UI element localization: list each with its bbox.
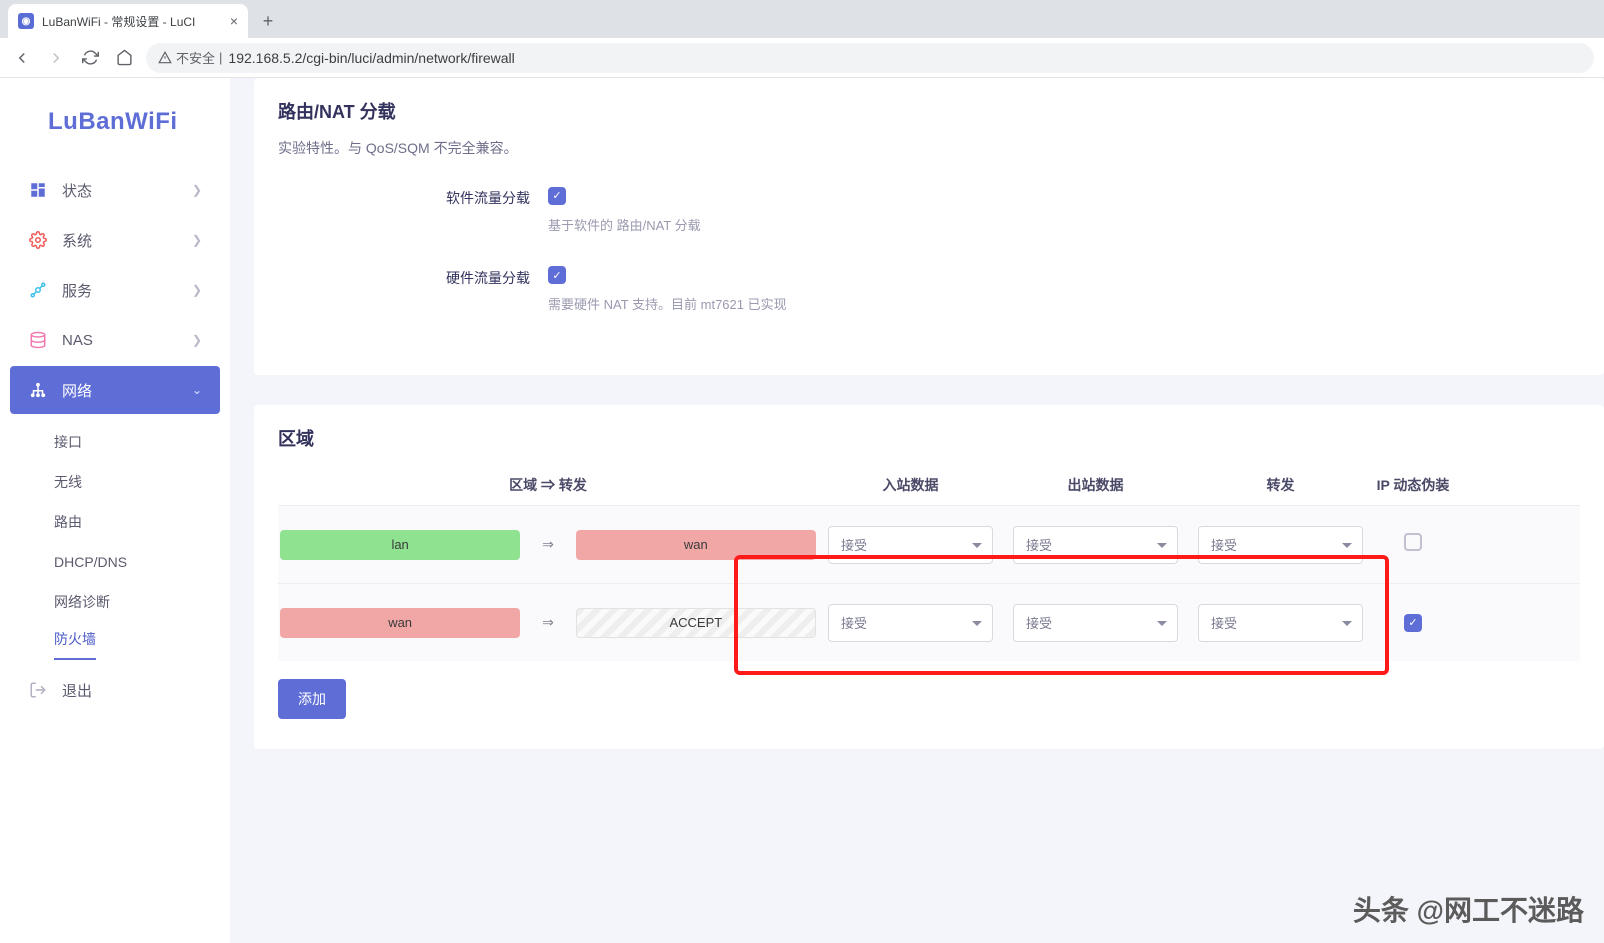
sidebar-item-network[interactable]: 网络 ⌄ <box>10 366 220 414</box>
menu-label: NAS <box>62 332 93 349</box>
zone-to-badge[interactable]: wan <box>576 530 816 560</box>
zones-panel: 区域 区域 ⇒ 转发 入站数据 出站数据 转发 IP 动态伪装 lan ⇒ wan 接… <box>254 405 1604 749</box>
sidebar-item-services[interactable]: 服务 ❯ <box>10 266 220 314</box>
close-icon[interactable]: × <box>230 13 238 29</box>
header-forward: 转发 <box>1188 475 1373 495</box>
logout-icon <box>28 680 48 700</box>
output-select[interactable]: 接受 <box>1013 526 1178 564</box>
arrow-icon: ⇒ <box>542 614 554 631</box>
header-zone-forward: 区域 ⇒ 转发 <box>278 475 818 495</box>
submenu-wireless[interactable]: 无线 <box>54 462 230 502</box>
forward-button[interactable] <box>44 46 68 70</box>
submenu-dhcpdns[interactable]: DHCP/DNS <box>54 542 230 582</box>
add-zone-button[interactable]: 添加 <box>278 679 346 719</box>
sidebar-item-logout[interactable]: 退出 <box>10 666 220 714</box>
header-output: 出站数据 <box>1003 475 1188 495</box>
hw-offload-help: 需要硬件 NAT 支持。目前 mt7621 已实现 <box>548 294 1580 313</box>
arrow-icon: ⇒ <box>542 536 554 553</box>
zone-cell: wan ⇒ ACCEPT <box>278 608 818 638</box>
network-submenu: 接口 无线 路由 DHCP/DNS 网络诊断 防火墙 <box>0 422 230 660</box>
zone-cell: lan ⇒ wan <box>278 530 818 560</box>
offload-title: 路由/NAT 分载 <box>278 98 1580 124</box>
chevron-right-icon: ❯ <box>192 183 202 197</box>
masq-cell <box>1373 533 1453 556</box>
home-button[interactable] <box>112 46 136 70</box>
tab-bar: ◉ LuBanWiFi - 常规设置 - LuCI × + <box>0 0 1604 38</box>
menu-label: 服务 <box>62 280 92 301</box>
browser-tab[interactable]: ◉ LuBanWiFi - 常规设置 - LuCI × <box>8 4 248 38</box>
menu-label: 退出 <box>62 680 92 701</box>
zone-to-badge[interactable]: ACCEPT <box>576 608 816 638</box>
sidebar-item-system[interactable]: 系统 ❯ <box>10 216 220 264</box>
forward-select[interactable]: 接受 <box>1198 604 1363 642</box>
sidebar-item-nas[interactable]: NAS ❯ <box>10 316 220 364</box>
hw-offload-row: 硬件流量分载 ✓ 需要硬件 NAT 支持。目前 mt7621 已实现 <box>278 266 1580 336</box>
new-tab-button[interactable]: + <box>254 7 282 35</box>
services-icon <box>28 280 48 300</box>
insecure-label: 不安全 <box>176 48 215 67</box>
forward-select-wrap: 接受 <box>1198 604 1363 642</box>
output-select-wrap: 接受 <box>1013 526 1178 564</box>
zone-from-badge[interactable]: wan <box>280 608 520 638</box>
logo: LuBanWiFi <box>0 96 230 160</box>
url-text: 192.168.5.2/cgi-bin/luci/admin/network/f… <box>228 50 514 66</box>
main-content: 路由/NAT 分载 实验特性。与 QoS/SQM 不完全兼容。 软件流量分载 ✓… <box>230 78 1604 943</box>
insecure-icon: 不安全 | <box>158 48 222 67</box>
output-select[interactable]: 接受 <box>1013 604 1178 642</box>
submenu-diagnostics[interactable]: 网络诊断 <box>54 582 230 622</box>
sw-offload-label: 软件流量分载 <box>278 186 548 208</box>
gear-icon <box>28 230 48 250</box>
chevron-right-icon: ❯ <box>192 333 202 347</box>
input-select-wrap: 接受 <box>828 604 993 642</box>
chevron-down-icon: ⌄ <box>192 383 202 397</box>
masq-checkbox[interactable] <box>1404 533 1422 551</box>
hw-offload-label: 硬件流量分载 <box>278 266 548 288</box>
submenu-firewall[interactable]: 防火墙 <box>54 622 96 660</box>
menu-label: 状态 <box>62 180 92 201</box>
menu-label: 网络 <box>62 380 92 401</box>
input-select[interactable]: 接受 <box>828 604 993 642</box>
forward-select[interactable]: 接受 <box>1198 526 1363 564</box>
header-masq: IP 动态伪装 <box>1373 475 1453 495</box>
sidebar-item-status[interactable]: 状态 ❯ <box>10 166 220 214</box>
address-bar[interactable]: 不安全 | 192.168.5.2/cgi-bin/luci/admin/net… <box>146 43 1594 73</box>
address-row: 不安全 | 192.168.5.2/cgi-bin/luci/admin/net… <box>0 38 1604 78</box>
sidebar: LuBanWiFi 状态 ❯ 系统 ❯ 服务 ❯ <box>0 78 230 943</box>
input-select[interactable]: 接受 <box>828 526 993 564</box>
output-select-wrap: 接受 <box>1013 604 1178 642</box>
network-icon <box>28 380 48 400</box>
zone-row: wan⇒ACCEPT接受接受接受✓ <box>278 583 1580 661</box>
forward-select-wrap: 接受 <box>1198 526 1363 564</box>
sw-offload-checkbox[interactable]: ✓ <box>548 187 566 205</box>
chevron-right-icon: ❯ <box>192 233 202 247</box>
offload-desc: 实验特性。与 QoS/SQM 不完全兼容。 <box>278 138 1580 158</box>
header-input: 入站数据 <box>818 475 1003 495</box>
menu-label: 系统 <box>62 230 92 251</box>
tab-title: LuBanWiFi - 常规设置 - LuCI <box>42 13 195 30</box>
zone-from-badge[interactable]: lan <box>280 530 520 560</box>
submenu-interfaces[interactable]: 接口 <box>54 422 230 462</box>
chevron-right-icon: ❯ <box>192 283 202 297</box>
sw-offload-help: 基于软件的 路由/NAT 分载 <box>548 215 1580 234</box>
zone-table-header: 区域 ⇒ 转发 入站数据 出站数据 转发 IP 动态伪装 <box>278 465 1580 505</box>
logout-menu: 退出 <box>0 660 230 722</box>
nas-icon <box>28 330 48 350</box>
main-menu: 状态 ❯ 系统 ❯ 服务 ❯ NAS <box>0 160 230 422</box>
zone-row: lan⇒wan接受接受接受 <box>278 505 1580 583</box>
offload-panel: 路由/NAT 分载 实验特性。与 QoS/SQM 不完全兼容。 软件流量分载 ✓… <box>254 78 1604 375</box>
masq-cell: ✓ <box>1373 613 1453 632</box>
dashboard-icon <box>28 180 48 200</box>
zones-title: 区域 <box>278 425 1580 451</box>
input-select-wrap: 接受 <box>828 526 993 564</box>
reload-button[interactable] <box>78 46 102 70</box>
app-layout: LuBanWiFi 状态 ❯ 系统 ❯ 服务 ❯ <box>0 78 1604 943</box>
favicon-icon: ◉ <box>18 13 34 29</box>
masq-checkbox[interactable]: ✓ <box>1404 614 1422 632</box>
zone-rows: lan⇒wan接受接受接受wan⇒ACCEPT接受接受接受✓ <box>278 505 1580 661</box>
hw-offload-checkbox[interactable]: ✓ <box>548 266 566 284</box>
back-button[interactable] <box>10 46 34 70</box>
sw-offload-row: 软件流量分载 ✓ 基于软件的 路由/NAT 分载 <box>278 186 1580 256</box>
submenu-routes[interactable]: 路由 <box>54 502 230 542</box>
browser-chrome: ◉ LuBanWiFi - 常规设置 - LuCI × + 不安全 | 192.… <box>0 0 1604 78</box>
